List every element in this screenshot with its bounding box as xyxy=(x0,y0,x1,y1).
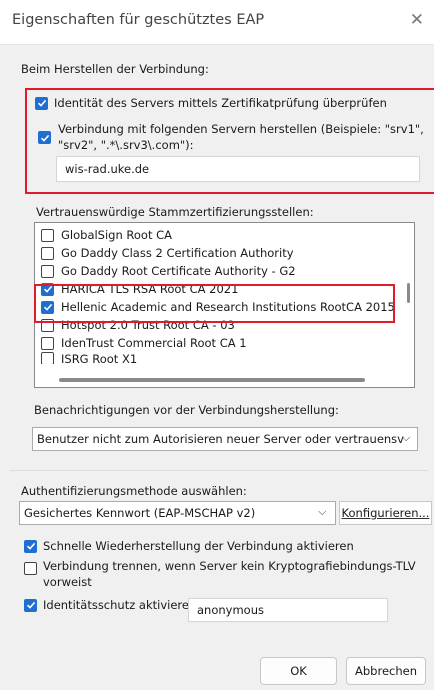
auth-heading: Authentifizierungsmethode auswählen: xyxy=(21,484,247,498)
anonymous-identity-input[interactable]: anonymous xyxy=(188,598,388,622)
vertical-scrollbar[interactable] xyxy=(407,283,410,303)
fast-reconnect-checkbox[interactable] xyxy=(24,539,37,553)
configure-label: Konfigurieren... xyxy=(341,506,430,520)
server-names-input[interactable]: wis-rad.uke.de xyxy=(56,156,420,182)
disconnect-label-1: Verbindung trennen, wenn Server kein Kry… xyxy=(43,559,416,573)
notifications-selected: Benutzer nicht zum Autorisieren neuer Se… xyxy=(37,432,404,446)
ok-label: OK xyxy=(290,664,307,678)
chevron-down-icon: ⌵ xyxy=(402,431,411,444)
ok-button[interactable]: OK xyxy=(260,657,337,685)
connect-servers-label-2: "srv2", ".*\.srv3\.com"): xyxy=(58,138,194,152)
root-ca-heading: Vertrauenswürdige Stammzertifizierungsst… xyxy=(36,205,314,219)
disconnect-checkbox[interactable] xyxy=(24,562,37,575)
connect-servers-label-1: Verbindung mit folgenden Servern herstel… xyxy=(58,122,424,136)
list-item[interactable]: IdenTrust Commercial Root CA 1 xyxy=(41,334,247,352)
ca-label: Go Daddy Root Certificate Authority - G2 xyxy=(61,264,296,278)
verify-server-option[interactable]: Identität des Servers mittels Zertifikat… xyxy=(35,96,387,110)
fast-reconnect-label: Schnelle Wiederherstellung der Verbindun… xyxy=(43,539,354,553)
cancel-button[interactable]: Abbrechen xyxy=(346,657,426,685)
identity-privacy-label: Identitätsschutz aktivieren xyxy=(43,598,197,612)
notifications-dropdown[interactable]: Benutzer nicht zum Autorisieren neuer Se… xyxy=(32,427,418,451)
list-item[interactable]: Go Daddy Class 2 Certification Authority xyxy=(41,244,294,262)
section-divider xyxy=(10,470,428,471)
identity-privacy-checkbox[interactable] xyxy=(24,598,37,612)
ca-checkbox[interactable] xyxy=(41,336,54,350)
ca-label: Go Daddy Class 2 Certification Authority xyxy=(61,246,294,260)
ca-checkbox[interactable] xyxy=(41,228,54,242)
connect-servers-checkbox[interactable] xyxy=(38,131,51,144)
ca-label: ISRG Root X1 xyxy=(61,352,138,364)
verify-server-checkbox[interactable] xyxy=(35,96,48,110)
identity-privacy-option[interactable]: Identitätsschutz aktivieren xyxy=(24,598,196,612)
close-icon[interactable]: ✕ xyxy=(410,11,424,29)
anonymous-identity-value: anonymous xyxy=(197,603,264,617)
dialog-title: Eigenschaften für geschütztes EAP xyxy=(12,12,265,28)
auth-method-dropdown[interactable]: Gesichertes Kennwort (EAP-MSCHAP v2) xyxy=(19,501,336,525)
configure-button[interactable]: Konfigurieren... xyxy=(339,501,432,525)
disconnect-label-2: vorweist xyxy=(43,575,92,589)
ca-checkbox[interactable] xyxy=(41,246,54,260)
ca-label: GlobalSign Root CA xyxy=(61,228,173,242)
list-item[interactable]: GlobalSign Root CA xyxy=(41,226,172,244)
ca-checkbox[interactable] xyxy=(41,264,54,278)
selected-ca-highlight xyxy=(34,284,395,323)
chevron-down-icon: ⌵ xyxy=(318,505,327,518)
verify-server-label: Identität des Servers mittels Zertifikat… xyxy=(54,96,387,110)
ca-label: IdenTrust Commercial Root CA 1 xyxy=(61,336,247,350)
connection-heading: Beim Herstellen der Verbindung: xyxy=(21,62,209,76)
list-item[interactable]: Go Daddy Root Certificate Authority - G2 xyxy=(41,262,296,280)
cancel-label: Abbrechen xyxy=(355,664,417,678)
list-item[interactable]: ISRG Root X1 xyxy=(41,352,137,364)
ca-checkbox[interactable] xyxy=(41,352,54,364)
notifications-heading: Benachrichtigungen vor der Verbindungshe… xyxy=(34,403,339,417)
server-names-value: wis-rad.uke.de xyxy=(65,162,150,176)
auth-method-selected: Gesichertes Kennwort (EAP-MSCHAP v2) xyxy=(24,506,256,520)
horizontal-scrollbar[interactable] xyxy=(59,378,365,382)
fast-reconnect-option[interactable]: Schnelle Wiederherstellung der Verbindun… xyxy=(24,539,354,553)
